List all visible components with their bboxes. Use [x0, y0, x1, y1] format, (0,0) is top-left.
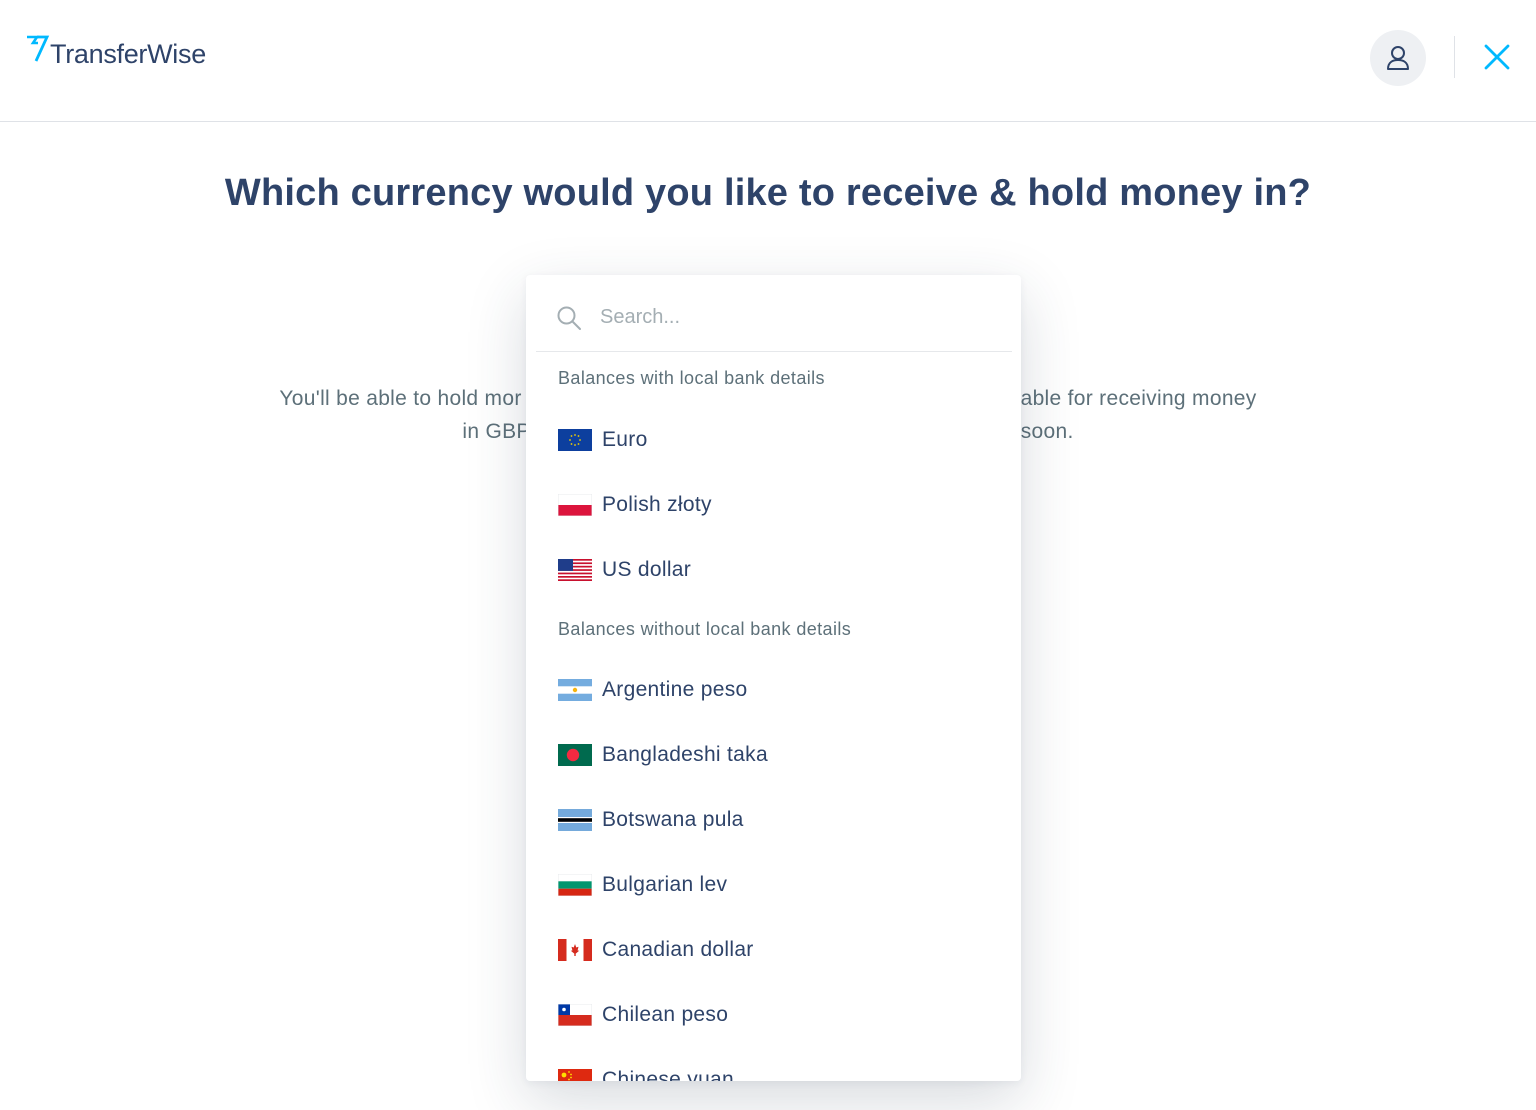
section-header-no-local: Balances without local bank details — [558, 619, 852, 639]
currency-label: US dollar — [602, 558, 692, 581]
currency-label: Euro — [602, 428, 648, 451]
currency-item-polish-zloty[interactable]: Polish złoty — [536, 477, 1012, 533]
info-line-1-right: lable for receiving money — [1015, 387, 1257, 410]
bangladesh-flag-icon — [558, 744, 592, 766]
currency-label: Botswana pula — [602, 808, 744, 831]
currency-item-canadian-dollar[interactable]: Canadian dollar — [536, 922, 1012, 978]
eu-flag-icon — [558, 429, 592, 451]
search-icon — [557, 306, 581, 330]
poland-flag-icon — [558, 494, 592, 516]
china-flag-icon — [558, 1069, 592, 1081]
transferwise-logo[interactable]: TransferWise — [24, 34, 206, 74]
currency-label: Bangladeshi taka — [602, 743, 768, 766]
info-line-2-right: soon. — [1020, 420, 1074, 443]
page-title: Which currency would you like to receive… — [224, 172, 1312, 214]
currency-item-argentine-peso[interactable]: Argentine peso — [536, 662, 1012, 718]
usa-flag-icon — [558, 559, 592, 581]
account-button[interactable] — [1370, 30, 1426, 86]
botswana-flag-icon — [558, 809, 592, 831]
currency-item-bulgarian-lev[interactable]: Bulgarian lev — [536, 857, 1012, 913]
user-icon — [1387, 46, 1409, 70]
top-bar: TransferWise — [0, 0, 1536, 122]
currency-label: Chinese yuan — [602, 1068, 735, 1081]
currency-item-bangladeshi-taka[interactable]: Bangladeshi taka — [536, 727, 1012, 783]
currency-label: Argentine peso — [602, 678, 748, 701]
section-header-local: Balances with local bank details — [558, 368, 825, 388]
info-line-2-left: in GBP — [462, 420, 531, 443]
currency-item-botswana-pula[interactable]: Botswana pula — [536, 792, 1012, 848]
bulgaria-flag-icon — [558, 874, 592, 896]
canada-flag-icon — [558, 939, 592, 961]
currency-label: Polish złoty — [602, 493, 712, 516]
currency-item-us-dollar[interactable]: US dollar — [536, 542, 1012, 598]
transferwise-flag-icon — [27, 35, 50, 62]
currency-label: Canadian dollar — [602, 938, 754, 961]
brand-name: TransferWise — [50, 39, 206, 69]
currency-search-input[interactable] — [600, 297, 990, 337]
currency-dropdown[interactable]: Balances with local bank details Euro Po… — [526, 275, 1021, 1081]
currency-item-chinese-yuan[interactable]: Chinese yuan — [536, 1052, 1012, 1081]
currency-item-chilean-peso[interactable]: Chilean peso — [536, 987, 1012, 1043]
search-row — [536, 275, 1012, 352]
chile-flag-icon — [558, 1004, 592, 1026]
currency-label: Bulgarian lev — [602, 873, 728, 896]
close-button[interactable] — [1480, 40, 1514, 74]
currency-item-euro[interactable]: Euro — [536, 412, 1012, 468]
currency-label: Chilean peso — [602, 1003, 729, 1026]
info-line-1-left: You'll be able to hold mor — [279, 387, 522, 410]
argentina-flag-icon — [558, 679, 592, 701]
header-divider — [1454, 36, 1455, 78]
close-icon — [1484, 44, 1510, 70]
